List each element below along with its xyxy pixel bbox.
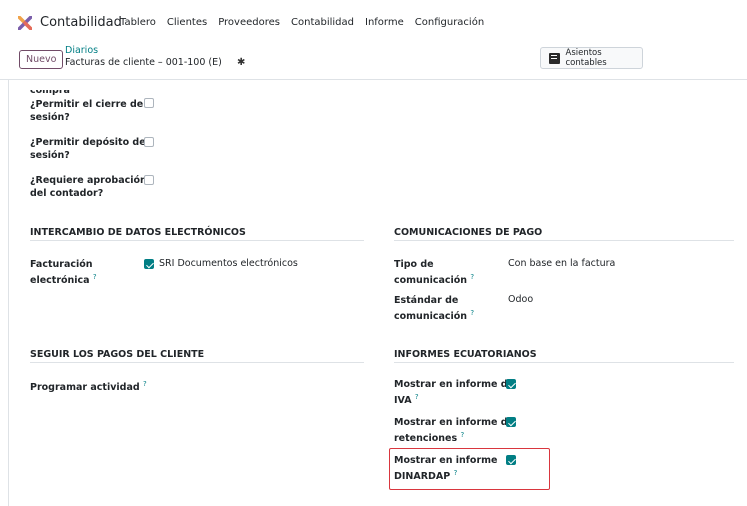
iva-report-checkbox[interactable] (506, 379, 516, 389)
menu-item-proveedores[interactable]: Proveedores (218, 17, 280, 28)
aprobacion-contador-checkbox[interactable] (144, 175, 154, 185)
breadcrumb-parent[interactable]: Diarios (65, 45, 98, 56)
help-icon: ? (143, 380, 147, 388)
app-logo-icon[interactable] (18, 16, 32, 30)
programar-actividad-label: Programar actividad ? (30, 380, 147, 394)
section-divider (30, 362, 364, 363)
truncated-field-label: compra (30, 85, 70, 96)
form-left-border (8, 80, 9, 506)
section-title-edi: INTERCAMBIO DE DATOS ELECTRÓNICOS (30, 227, 246, 238)
section-title-comunicaciones: COMUNICACIONES DE PAGO (394, 227, 543, 238)
control-panel: Nuevo Diarios Facturas de cliente – 001-… (0, 44, 747, 80)
cierre-sesion-checkbox[interactable] (144, 98, 154, 108)
top-navbar: Contabilidad Tablero Clientes Proveedore… (0, 0, 747, 44)
new-button[interactable]: Nuevo (19, 50, 64, 69)
highlight-box (389, 448, 550, 490)
asientos-contables-label: Asientos contables (565, 48, 607, 68)
estandar-comunicacion-label: Estándar de comunicación ? (394, 295, 475, 323)
section-divider (394, 362, 734, 363)
facturacion-electronica-label: Facturación electrónica ? (30, 259, 97, 287)
section-title-informes: INFORMES ECUATORIANOS (394, 349, 537, 360)
aprobacion-contador-label: ¿Requiere aprobación del contador? (30, 175, 147, 199)
help-icon: ? (460, 431, 465, 439)
menu-item-tablero[interactable]: Tablero (120, 17, 156, 28)
help-icon: ? (414, 393, 419, 401)
asientos-contables-button[interactable]: Asientos contables (540, 47, 643, 69)
gear-icon[interactable]: ✱ (237, 57, 245, 68)
sri-label: SRI Documentos electrónicos (159, 258, 298, 269)
tipo-comunicacion-value[interactable]: Con base en la factura (508, 258, 615, 269)
sri-checkbox[interactable] (144, 259, 154, 269)
section-title-seguir-pagos: SEGUIR LOS PAGOS DEL CLIENTE (30, 349, 205, 360)
book-icon (549, 52, 560, 64)
menu-item-contabilidad[interactable]: Contabilidad (291, 17, 354, 28)
cierre-sesion-label: ¿Permitir el cierre de sesión? (30, 99, 144, 123)
section-divider (394, 240, 734, 241)
help-icon: ? (470, 309, 475, 317)
menu-item-informe[interactable]: Informe (365, 17, 404, 28)
menu-item-clientes[interactable]: Clientes (167, 17, 207, 28)
menu-item-configuracion[interactable]: Configuración (415, 17, 484, 28)
help-icon: ? (92, 273, 97, 281)
help-icon: ? (470, 273, 475, 281)
iva-report-label: Mostrar en informe de IVA ? (394, 379, 515, 407)
main-menu: Tablero Clientes Proveedores Contabilida… (120, 17, 495, 28)
deposito-sesion-checkbox[interactable] (144, 137, 154, 147)
deposito-sesion-label: ¿Permitir depósito de sesión? (30, 137, 146, 161)
estandar-comunicacion-value[interactable]: Odoo (508, 294, 533, 305)
retenciones-report-checkbox[interactable] (506, 417, 516, 427)
tipo-comunicacion-label: Tipo de comunicación ? (394, 259, 475, 287)
retenciones-report-label: Mostrar en informe de retenciones ? (394, 417, 515, 445)
section-divider (30, 240, 364, 241)
breadcrumb-current: Facturas de cliente – 001-100 (E) (65, 57, 222, 68)
app-name[interactable]: Contabilidad (40, 15, 122, 30)
